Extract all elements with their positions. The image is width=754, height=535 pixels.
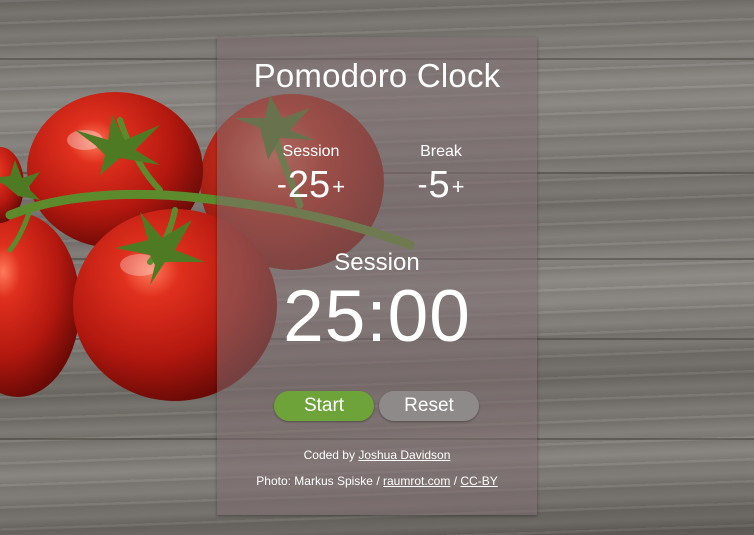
- reset-button[interactable]: Reset: [379, 391, 479, 421]
- credit-separator: /: [453, 474, 458, 488]
- break-adjuster: - 5 +: [371, 163, 511, 207]
- break-decrement-button[interactable]: -: [418, 170, 428, 200]
- page-title: Pomodoro Clock: [253, 57, 501, 94]
- license-link[interactable]: CC-BY: [460, 474, 497, 488]
- app-background: Pomodoro Clock Session - 25 + Break - 5 …: [0, 0, 754, 535]
- tomato: [0, 213, 80, 397]
- timer-display: 25:00: [283, 276, 471, 357]
- timer-mode-label: Session: [334, 249, 420, 276]
- photo-site-link[interactable]: raumrot.com: [383, 474, 450, 488]
- session-decrement-button[interactable]: -: [277, 170, 287, 200]
- session-increment-button[interactable]: +: [332, 176, 345, 198]
- coded-by-text: Coded by: [303, 448, 355, 462]
- pomodoro-panel: Pomodoro Clock Session - 25 + Break - 5 …: [217, 37, 537, 515]
- photo-credit: Photo: Markus Spiske / raumrot.com / CC-…: [217, 474, 537, 488]
- photo-credit-text: Photo: Markus Spiske /: [256, 474, 380, 488]
- session-length-value: 25: [287, 164, 331, 206]
- session-length-control: Session - 25 +: [241, 143, 381, 207]
- break-label: Break: [420, 143, 462, 160]
- break-length-value: 5: [428, 164, 450, 206]
- break-increment-button[interactable]: +: [452, 176, 465, 198]
- session-adjuster: - 25 +: [241, 163, 381, 207]
- coder-link[interactable]: Joshua Davidson: [358, 448, 450, 462]
- start-button[interactable]: Start: [274, 391, 374, 421]
- break-length-control: Break - 5 +: [371, 143, 511, 207]
- coder-credit: Coded by Joshua Davidson: [217, 448, 537, 462]
- session-label: Session: [282, 143, 340, 160]
